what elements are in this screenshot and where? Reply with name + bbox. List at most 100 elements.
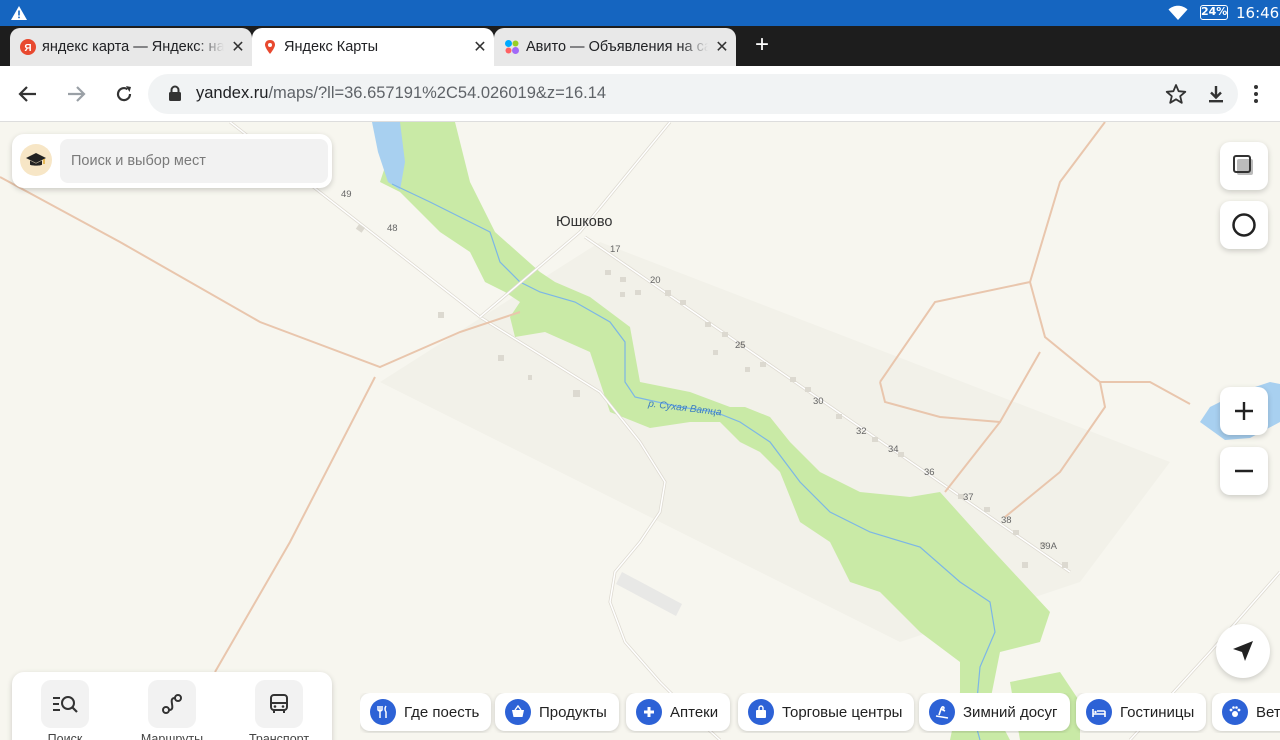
reload-button[interactable]	[108, 78, 140, 110]
ski-icon	[929, 699, 955, 725]
chip-label: Где поесть	[404, 703, 480, 721]
avito-icon	[505, 40, 519, 54]
arrow-right-icon	[68, 86, 86, 102]
bookmark-button[interactable]	[1160, 78, 1192, 110]
nav-search[interactable]: Поиск	[25, 680, 105, 740]
zoom-out-button[interactable]	[1220, 447, 1268, 495]
house-number: 39А	[1040, 541, 1057, 552]
bottom-navigation: Поиск Маршруты Транспорт	[12, 672, 332, 740]
my-location-button[interactable]	[1216, 624, 1270, 678]
chip-label: Аптеки	[670, 703, 719, 721]
house-number: 17	[610, 244, 621, 255]
wifi-icon	[1168, 5, 1188, 20]
house-number: 25	[735, 340, 746, 351]
basket-icon	[505, 699, 531, 725]
star-icon	[1165, 84, 1187, 104]
map-pin-icon	[265, 40, 275, 54]
route-icon	[162, 694, 182, 714]
search-list-icon	[53, 696, 78, 713]
more-vertical-icon	[1254, 85, 1258, 103]
pond	[372, 122, 405, 190]
arrow-left-icon	[18, 86, 36, 102]
tab-title: Авито — Объявления на сайте	[526, 39, 708, 55]
url-text: yandex.ru/maps/?ll=36.657191%2C54.026019…	[196, 84, 606, 103]
house-number: 34	[888, 444, 899, 455]
nav-routes[interactable]: Маршруты	[132, 680, 212, 740]
chip-pharmacies[interactable]: Аптеки	[626, 693, 731, 731]
chip-winter-leisure[interactable]: Зимний досуг	[919, 693, 1070, 731]
tab-yandex-maps[interactable]: Яндекс Карты ✕	[252, 28, 494, 66]
tab-avito[interactable]: Авито — Объявления на сайте ✕	[494, 28, 736, 66]
svg-text:Я: Я	[24, 43, 31, 54]
nav-search-label: Поиск	[47, 732, 83, 740]
nav-routes-label: Маршруты	[140, 732, 204, 740]
battery-indicator: 24%	[1200, 5, 1228, 20]
fork-knife-icon	[370, 699, 396, 725]
browser-toolbar: yandex.ru/maps/?ll=36.657191%2C54.026019…	[0, 66, 1280, 122]
navigation-arrow-icon	[1233, 641, 1253, 661]
address-bar[interactable]: yandex.ru/maps/?ll=36.657191%2C54.026019…	[148, 74, 1238, 114]
tab-title: Яндекс Карты	[284, 39, 379, 55]
plus-icon	[1235, 402, 1253, 420]
download-button[interactable]	[1200, 78, 1232, 110]
nav-transport-label: Транспорт	[248, 732, 310, 740]
close-icon[interactable]: ✕	[224, 37, 252, 57]
pharmacy-cross-icon	[636, 699, 662, 725]
house-number: 38	[1001, 515, 1012, 526]
house-number: 30	[813, 396, 824, 407]
house-number: 20	[650, 275, 661, 286]
chip-hotels[interactable]: Гостиницы	[1076, 693, 1207, 731]
clock: 16:46	[1236, 4, 1280, 22]
bus-icon	[270, 694, 288, 713]
minus-icon	[1235, 469, 1253, 473]
chip-label: Продукты	[539, 703, 607, 721]
chip-label: Ветеринарные клиники	[1256, 703, 1280, 721]
map-canvas[interactable]: Юшково р. Сухая Ватца 49 48 17 20 25 30 …	[0, 122, 1280, 740]
profile-avatar[interactable]	[20, 144, 52, 176]
url-path: /maps/?ll=36.657191%2C54.026019&z=16.14	[268, 84, 607, 102]
category-chips: Где поесть Продукты Аптеки Торговые цент…	[360, 693, 1280, 733]
chip-label: Зимний досуг	[963, 703, 1058, 721]
search-input[interactable]	[60, 139, 328, 183]
chip-malls[interactable]: Торговые центры	[738, 693, 915, 731]
menu-button[interactable]	[1240, 78, 1272, 110]
new-tab-button[interactable]: +	[748, 32, 776, 60]
vet-icon	[1222, 699, 1248, 725]
nav-transport[interactable]: Транспорт	[239, 680, 319, 740]
close-icon[interactable]: ✕	[708, 37, 736, 57]
search-panel	[12, 134, 332, 188]
zoom-in-button[interactable]	[1220, 387, 1268, 435]
chip-groceries[interactable]: Продукты	[495, 693, 619, 731]
close-icon[interactable]: ✕	[466, 37, 494, 57]
village-label: Юшково	[556, 214, 613, 230]
layers-icon	[1233, 155, 1253, 175]
graduation-cap-icon	[26, 153, 46, 166]
tab-yandex-search[interactable]: Я яндекс карта — Яндекс: нашлось ✕	[10, 28, 252, 66]
house-number: 37	[963, 492, 974, 503]
house-number: 48	[387, 223, 398, 234]
shopping-bag-icon	[748, 699, 774, 725]
back-button[interactable]	[12, 78, 44, 110]
warning-icon	[11, 6, 27, 20]
tab-title: яндекс карта — Яндекс: нашлось	[42, 39, 224, 55]
house-number: 32	[856, 426, 867, 437]
house-number: 49	[341, 189, 352, 200]
map-graphics	[0, 122, 1280, 740]
screen: 24% 16:46 Я яндекс карта — Яндекс: нашло…	[0, 0, 1280, 740]
yandex-icon: Я	[20, 39, 36, 55]
reload-icon	[116, 86, 132, 102]
chip-label: Гостиницы	[1120, 703, 1195, 721]
chip-food[interactable]: Где поесть	[360, 693, 492, 731]
layers-button[interactable]	[1220, 142, 1268, 190]
forward-button[interactable]	[60, 78, 92, 110]
lock-icon	[169, 85, 181, 101]
compass-button[interactable]	[1220, 201, 1268, 249]
tab-strip: Я яндекс карта — Яндекс: нашлось ✕ Яндек…	[0, 26, 1280, 66]
chip-vet-clinics[interactable]: Ветеринарные клиники	[1212, 693, 1280, 731]
bed-icon	[1086, 699, 1112, 725]
status-bar: 24% 16:46	[0, 0, 1280, 26]
chip-label: Торговые центры	[782, 703, 903, 721]
download-icon	[1209, 86, 1223, 103]
circle-icon	[1232, 213, 1256, 237]
house-number: 36	[924, 467, 935, 478]
